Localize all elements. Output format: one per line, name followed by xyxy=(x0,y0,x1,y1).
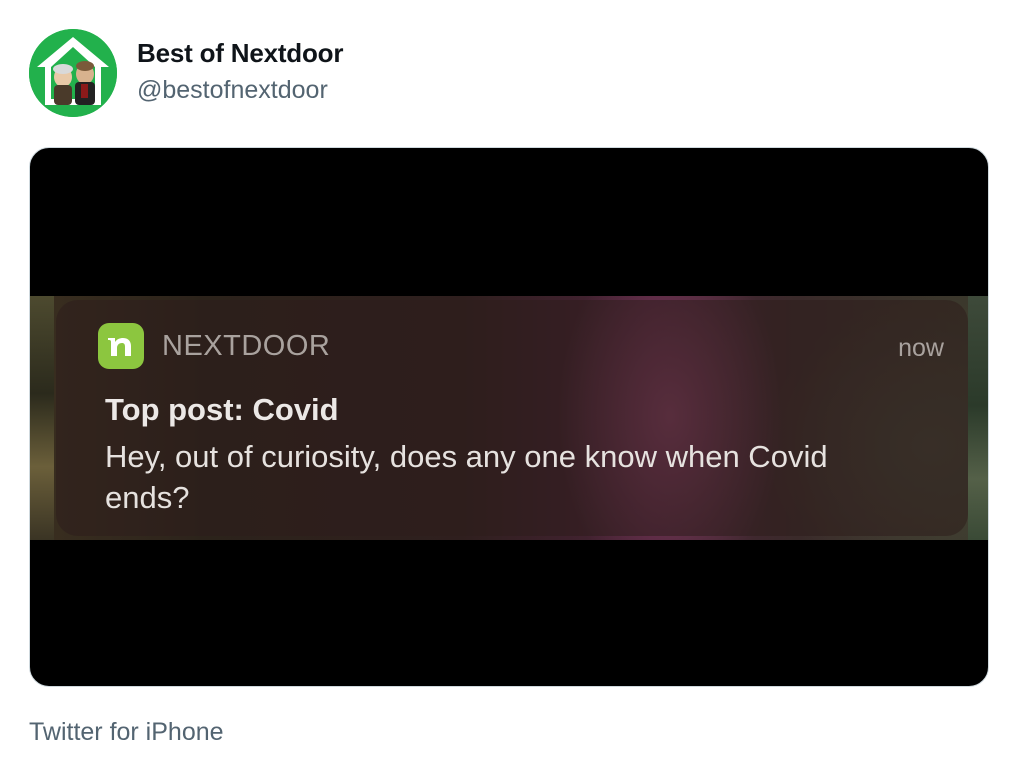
tweet-media-image[interactable]: NEXTDOOR now Top post: Covid Hey, out of… xyxy=(29,147,989,687)
tweet-source-link[interactable]: Twitter for iPhone xyxy=(29,718,224,747)
notification-body: Hey, out of curiosity, does any one know… xyxy=(105,439,828,515)
author-handle[interactable]: @bestofnextdoor xyxy=(137,76,328,105)
notification-screenshot: NEXTDOOR now Top post: Covid Hey, out of… xyxy=(30,296,988,540)
notification-title: Top post: Covid xyxy=(105,392,339,427)
push-notification: NEXTDOOR now Top post: Covid Hey, out of… xyxy=(56,300,968,536)
notification-time: now xyxy=(898,334,944,362)
nextdoor-logo-icon xyxy=(108,338,131,356)
nextdoor-app-icon xyxy=(98,323,144,369)
avatar[interactable] xyxy=(29,29,117,117)
notification-app-name: NEXTDOOR xyxy=(162,330,331,362)
background-foliage xyxy=(968,296,988,540)
tweet: Best of Nextdoor @bestofnextdoor NEXTDOO… xyxy=(0,0,1019,781)
house-muppets-avatar-icon xyxy=(29,29,117,117)
background-foliage xyxy=(30,296,54,540)
author-display-name[interactable]: Best of Nextdoor xyxy=(137,38,343,69)
